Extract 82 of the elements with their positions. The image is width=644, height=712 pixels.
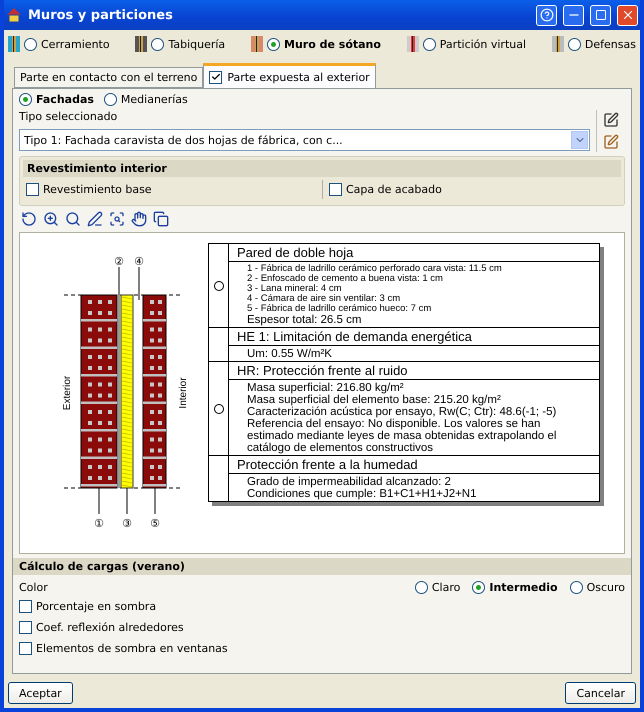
report-line: Espesor total: 26.5 cm xyxy=(247,314,362,326)
report-line: Masa superficial: 216.80 kg/m² xyxy=(247,382,405,394)
wall-type-icon xyxy=(8,36,20,52)
zoom-icon[interactable] xyxy=(65,211,81,227)
checkbox-label[interactable]: Elementos de sombra en ventanas xyxy=(36,642,228,655)
report-line: Masa superficial del elemento base: 215.20 kg/m² xyxy=(247,394,502,406)
hand-icon[interactable] xyxy=(131,211,147,227)
app-icon xyxy=(6,7,22,23)
side-label: Exterior xyxy=(62,376,73,410)
checkbox[interactable] xyxy=(19,642,32,655)
radio-button[interactable] xyxy=(267,38,280,50)
rotate-icon[interactable] xyxy=(21,211,37,227)
wall-type-icon xyxy=(251,36,264,52)
checkbox-label[interactable]: Revestimiento base xyxy=(43,183,152,196)
side-label: Interior xyxy=(178,377,189,409)
wall-type-icon xyxy=(406,36,419,52)
report-line: 5 - Fábrica de ladrillo cerámico hueco: 7 cm xyxy=(247,304,432,314)
report-heading: HE 1: Limitación de demanda energética xyxy=(229,328,599,346)
minimize-button[interactable] xyxy=(563,4,584,26)
field-label: Color xyxy=(19,581,48,594)
report-line: Caracterización acústica por ensayo, Rw(C; Ctr): 48.6(-1; -5) xyxy=(247,406,558,418)
report-line: Referencia del ensayo: No disponible. Los valores se han estimado mediante leyes de masa obtenidas extrapolando el catálogo de elementos constructivos xyxy=(247,418,558,454)
copy-icon[interactable] xyxy=(153,211,169,227)
report-line: 2 - Enfoscado de cemento a buena vista: 1 cm xyxy=(247,274,444,284)
edit-icon[interactable] xyxy=(603,112,619,128)
checkbox-label[interactable]: Coef. reflexión alrededores xyxy=(36,621,184,634)
group-title: Revestimiento interior xyxy=(23,160,621,177)
tab[interactable]: Parte expuesta al exterior xyxy=(203,63,376,88)
window-title: Muros y particiones xyxy=(28,8,174,22)
help-button[interactable] xyxy=(536,4,557,26)
radio-button[interactable] xyxy=(104,93,117,106)
zoom-in-icon[interactable] xyxy=(43,211,59,227)
radio-label[interactable]: Muro de sótano xyxy=(284,38,381,50)
report-heading: Protección frente a la humedad xyxy=(229,456,599,474)
tab[interactable]: Parte en contacto con el terreno xyxy=(14,67,204,88)
radio-label[interactable]: Partición virtual xyxy=(440,38,526,50)
cancel-button[interactable]: Cancelar xyxy=(565,682,636,704)
radio-label[interactable]: Medianerías xyxy=(120,93,188,106)
checkbox[interactable] xyxy=(329,183,342,196)
report-line: Grado de impermeabilidad alcanzado: 2 xyxy=(247,476,452,488)
report-line: Um: 0.55 W/m²K xyxy=(247,348,333,360)
radio-button[interactable] xyxy=(472,581,486,594)
checkbox[interactable] xyxy=(209,70,222,84)
checkbox[interactable] xyxy=(19,600,32,613)
wall-type-icon xyxy=(552,36,564,52)
section-title: Cálculo de cargas (verano) xyxy=(13,558,631,575)
circle-icon xyxy=(214,404,224,414)
report-line: Condiciones que cumple: B1+C1+H1+J2+N1 xyxy=(247,488,478,500)
pen-icon[interactable] xyxy=(87,211,103,227)
radio-button[interactable] xyxy=(422,38,436,50)
report-line: 3 - Lana mineral: 4 cm xyxy=(247,284,343,294)
checkbox[interactable] xyxy=(26,183,39,196)
report-heading: Pared de doble hoja xyxy=(229,244,599,262)
maximize-button[interactable] xyxy=(590,4,611,26)
report-heading: HR: Protección frente al ruido xyxy=(229,362,599,380)
report-line: 4 - Cámara de aire sin ventilar: 3 cm xyxy=(247,294,402,304)
checkbox[interactable] xyxy=(19,621,32,634)
checkbox-label[interactable]: Capa de acabado xyxy=(346,183,442,196)
radio-label[interactable]: Cerramiento xyxy=(41,38,110,50)
radio-label[interactable]: Claro xyxy=(432,581,460,594)
circle-icon xyxy=(214,280,224,290)
checkbox-label[interactable]: Porcentaje en sombra xyxy=(36,600,156,613)
radio-button[interactable] xyxy=(24,38,37,50)
wall-type-icon xyxy=(135,36,148,52)
radio-button[interactable] xyxy=(19,93,32,106)
accept-button[interactable]: Aceptar xyxy=(8,682,73,704)
field-label: Tipo seleccionado xyxy=(19,110,118,123)
radio-button[interactable] xyxy=(570,581,583,594)
zoom-window-icon[interactable] xyxy=(109,211,125,227)
type-dropdown[interactable]: Tipo 1: Fachada caravista de dos hojas de fábrica, con c... xyxy=(19,129,590,151)
radio-label[interactable]: Oscuro xyxy=(586,581,625,594)
maximize-icon xyxy=(594,9,606,21)
radio-button[interactable] xyxy=(568,38,581,50)
radio-label[interactable]: Tabiquería xyxy=(168,38,226,50)
radio-label[interactable]: Intermedio xyxy=(489,581,558,594)
radio-button[interactable] xyxy=(151,38,164,50)
close-button[interactable] xyxy=(617,4,638,26)
radio-label[interactable]: Defensas xyxy=(584,38,636,50)
radio-button[interactable] xyxy=(414,581,428,594)
report-line: 1 - Fábrica de ladrillo cerámico perforado cara vista: 11.5 cm xyxy=(247,264,503,274)
radio-label[interactable]: Fachadas xyxy=(36,93,94,106)
help-icon xyxy=(540,8,554,22)
